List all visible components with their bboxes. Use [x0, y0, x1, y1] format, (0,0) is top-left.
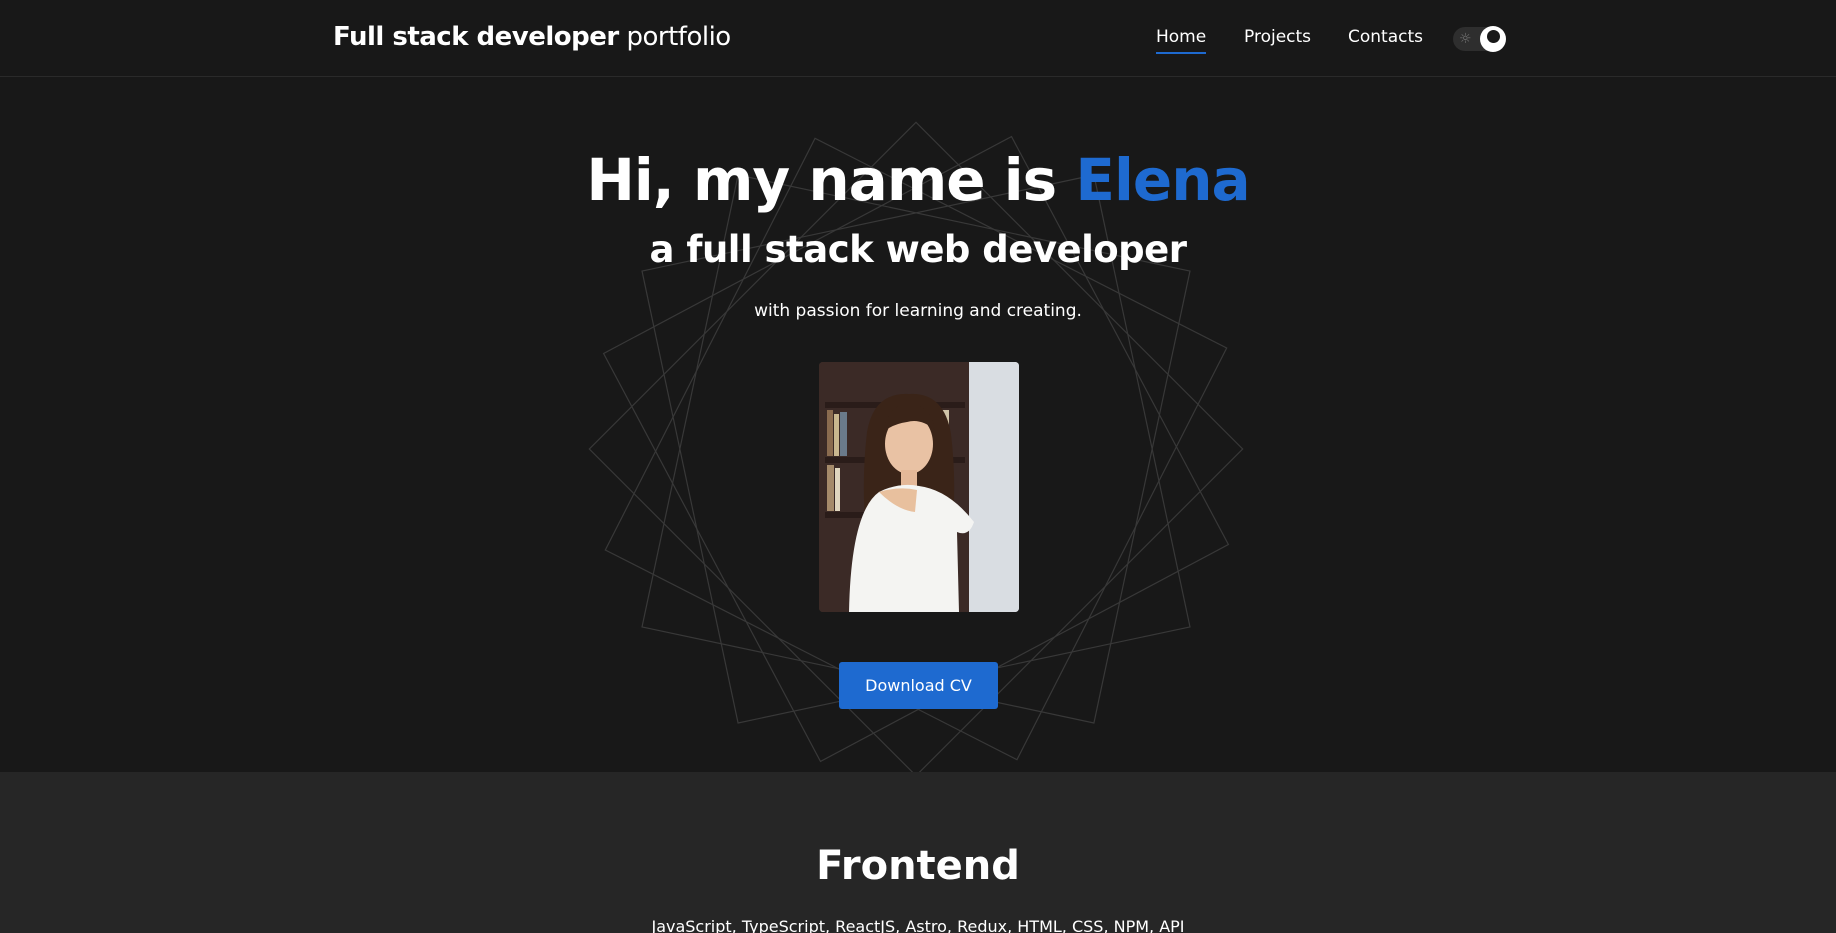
- theme-toggle[interactable]: ☼: [1453, 26, 1506, 52]
- hero-subtitle: a full stack web developer: [649, 228, 1188, 271]
- nav-link-home[interactable]: Home: [1156, 27, 1207, 54]
- hero-tagline: with passion for learning and creating.: [754, 301, 1082, 321]
- nav-link-contacts[interactable]: Contacts: [1348, 27, 1423, 52]
- brand-light-text: portfolio: [626, 22, 732, 52]
- hero-title-name: Elena: [1075, 146, 1250, 214]
- brand-logo[interactable]: Full stack developer portfolio: [333, 22, 731, 52]
- brand-bold-text: Full stack developer: [333, 22, 619, 52]
- skills-list: JavaScript, TypeScript, ReactJS, Astro, …: [651, 917, 1185, 933]
- moon-icon: [1480, 26, 1506, 52]
- site-header: Full stack developer portfolio Home Proj…: [0, 0, 1836, 77]
- nav-link-projects[interactable]: Projects: [1244, 27, 1311, 52]
- download-cv-button[interactable]: Download CV: [839, 662, 998, 709]
- skills-title: Frontend: [816, 843, 1020, 889]
- hero-title: Hi, my name is Elena: [0, 146, 1836, 214]
- skills-section: Frontend JavaScript, TypeScript, ReactJS…: [0, 772, 1836, 933]
- profile-photo-illustration: [819, 362, 1019, 612]
- sun-icon: ☼: [1459, 31, 1472, 47]
- hero-title-prefix: Hi, my name is: [586, 146, 1057, 214]
- profile-photo: [819, 362, 1019, 612]
